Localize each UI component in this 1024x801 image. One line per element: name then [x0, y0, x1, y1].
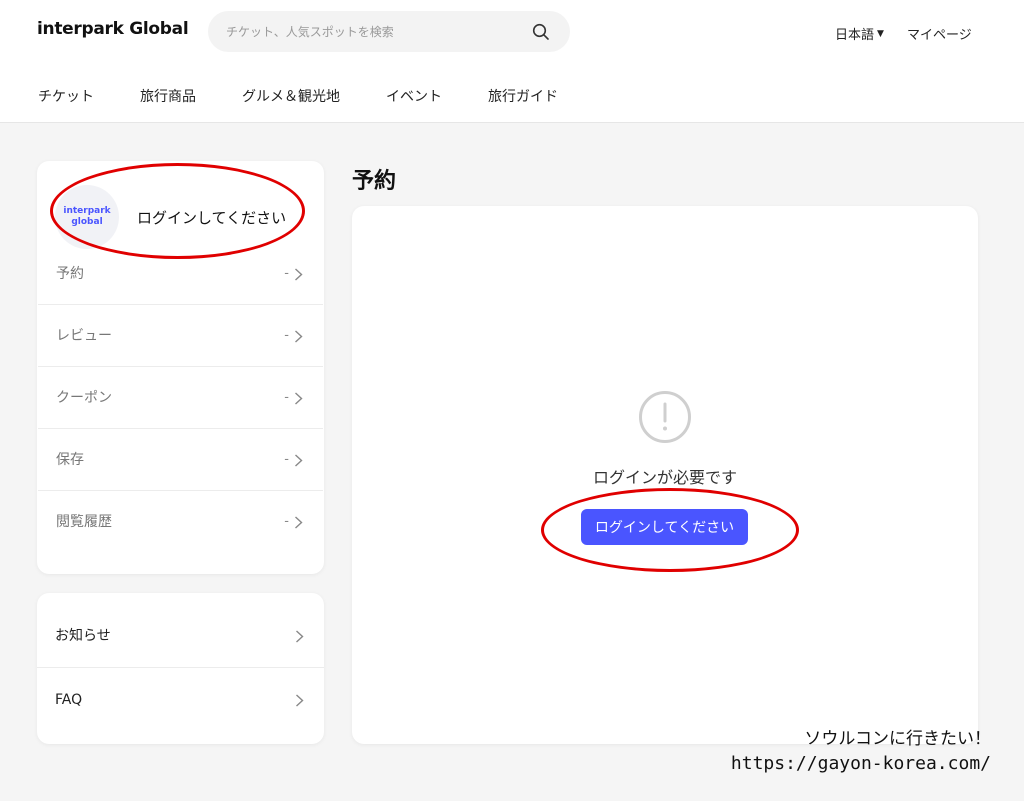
menu-item-count: -	[284, 266, 289, 281]
info-card: お知らせ FAQ	[37, 593, 324, 744]
nav-item-travel-products[interactable]: 旅行商品	[140, 86, 196, 106]
exclamation-circle-icon	[639, 391, 691, 443]
watermark: ソウルコンに行きたい！ https://gayon-korea.com/	[731, 727, 991, 777]
chevron-right-icon	[295, 268, 303, 281]
search-input[interactable]	[226, 11, 526, 52]
menu-item-count: -	[284, 514, 289, 529]
menu-item-count: -	[284, 452, 289, 467]
main-content-card: ログインが必要です ログインしてください	[352, 206, 978, 744]
menu-item-label: 予約	[56, 266, 84, 282]
menu-item-count: -	[284, 390, 289, 405]
main-nav: チケット 旅行商品 グルメ＆観光地 イベント 旅行ガイド	[38, 86, 604, 106]
menu-item-count: -	[284, 328, 289, 343]
watermark-url: https://gayon-korea.com/	[730, 753, 991, 774]
nav-item-gourmet[interactable]: グルメ＆観光地	[242, 86, 340, 106]
logo[interactable]: interpark Global	[37, 19, 189, 39]
page-title: 予約	[352, 169, 397, 194]
menu-item-history[interactable]: 閲覧履歴 -	[38, 491, 323, 553]
nav-item-tickets[interactable]: チケット	[38, 86, 94, 106]
annotation-circle-login-button	[541, 488, 799, 572]
menu-item-label: 閲覧履歴	[56, 514, 112, 530]
chevron-right-icon	[295, 392, 303, 405]
watermark-caption: ソウルコンに行きたい！	[804, 729, 991, 749]
search-bar[interactable]	[208, 11, 570, 52]
language-selector[interactable]: 日本語 ▼	[835, 24, 884, 43]
mypage-menu: 予約 - レビュー - クーポン - 保存 - 閲覧履歴 -	[37, 243, 324, 553]
language-label: 日本語	[835, 28, 875, 43]
menu-item-reviews[interactable]: レビュー -	[38, 305, 323, 367]
menu-item-label: 保存	[56, 452, 84, 468]
chevron-right-icon	[295, 516, 303, 529]
menu-item-label: レビュー	[56, 328, 112, 344]
annotation-circle-profile	[50, 163, 305, 259]
menu-item-coupons[interactable]: クーポン -	[38, 367, 323, 429]
caret-down-icon: ▼	[877, 28, 884, 39]
search-icon[interactable]	[532, 23, 550, 41]
menu-item-label: クーポン	[56, 390, 112, 406]
header: interpark Global 日本語 ▼ マイページ チケット 旅行商品 グ…	[0, 0, 1024, 123]
info-item-label: FAQ	[55, 692, 83, 708]
mypage-link[interactable]: マイページ	[907, 24, 972, 43]
nav-item-events[interactable]: イベント	[386, 86, 442, 106]
login-required-message: ログインが必要です	[592, 468, 737, 487]
chevron-right-icon	[295, 330, 303, 343]
menu-item-saved[interactable]: 保存 -	[38, 429, 323, 491]
info-item-faq[interactable]: FAQ	[37, 668, 324, 743]
chevron-right-icon	[296, 694, 304, 707]
info-item-notices[interactable]: お知らせ	[37, 593, 324, 668]
nav-item-travel-guide[interactable]: 旅行ガイド	[488, 86, 558, 106]
info-item-label: お知らせ	[55, 628, 111, 644]
chevron-right-icon	[296, 630, 304, 643]
chevron-right-icon	[295, 454, 303, 467]
